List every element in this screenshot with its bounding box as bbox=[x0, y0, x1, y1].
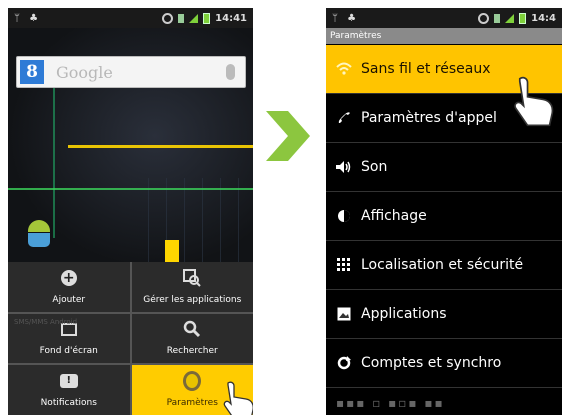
settings-item-label: Applications bbox=[361, 306, 447, 322]
settings-phone: ᛘ ♣ 14:4 Paramètres Sans fil et réseaux … bbox=[326, 8, 562, 415]
menu-item-label: Notifications bbox=[40, 398, 97, 408]
settings-item-son[interactable]: Son bbox=[326, 143, 562, 192]
sync-icon bbox=[336, 355, 352, 371]
google-logo-icon: 8 bbox=[20, 60, 44, 84]
status-time: 14:41 bbox=[215, 12, 247, 24]
settings-item-partial[interactable]: ▪▪▪ ▫ ▪▫▪ ▪▪ bbox=[326, 388, 562, 415]
settings-item-label: Son bbox=[361, 159, 388, 175]
menu-item-label: Rechercher bbox=[166, 346, 218, 357]
menu-item-gerer-applications[interactable]: Gérer les applications bbox=[131, 262, 253, 312]
settings-item-label: Paramètres d'appel bbox=[361, 110, 497, 126]
search-icon bbox=[183, 320, 201, 338]
next-step-arrow-icon bbox=[266, 111, 310, 161]
display-icon bbox=[336, 208, 352, 224]
search-input[interactable]: Google bbox=[56, 63, 113, 82]
menu-item-label: Fond d'écran bbox=[39, 346, 98, 357]
pointing-hand-icon bbox=[514, 76, 554, 127]
battery-icon bbox=[203, 12, 211, 24]
applications-icon bbox=[336, 306, 352, 322]
settings-item-comptes[interactable]: Comptes et synchro bbox=[326, 339, 562, 388]
menu-item-label: Ajouter bbox=[52, 294, 86, 305]
status-time: 14:4 bbox=[531, 12, 556, 24]
speaker-icon bbox=[336, 159, 352, 175]
settings-item-affichage[interactable]: Affichage bbox=[326, 192, 562, 241]
battery-icon bbox=[519, 12, 527, 24]
settings-icon bbox=[183, 371, 202, 391]
menu-item-rechercher[interactable]: Rechercher bbox=[131, 313, 253, 364]
menu-item-label: Paramètres bbox=[166, 398, 218, 408]
gps-icon bbox=[478, 12, 490, 24]
home-screen-phone: ᛘ ♣ 14:41 8 Google + Ajouter Gérer les a… bbox=[8, 8, 253, 415]
settings-item-label: Comptes et synchro bbox=[361, 355, 502, 371]
settings-item-label: Sans fil et réseaux bbox=[361, 61, 491, 77]
sd-card-icon bbox=[178, 13, 185, 23]
signal-icon bbox=[189, 13, 199, 23]
status-bar: ᛘ ♣ 14:41 bbox=[8, 8, 253, 28]
sd-card-icon bbox=[494, 13, 501, 23]
add-icon: + bbox=[60, 269, 77, 286]
google-search-widget[interactable]: 8 Google bbox=[16, 56, 246, 88]
location-grid-icon bbox=[336, 257, 352, 273]
settings-item-localisation[interactable]: Localisation et sécurité bbox=[326, 241, 562, 290]
microphone-icon[interactable] bbox=[226, 64, 235, 80]
settings-item-label: Affichage bbox=[361, 208, 427, 224]
options-menu: + Ajouter Gérer les applications SMS/MMS… bbox=[8, 262, 253, 415]
wallpaper-light bbox=[165, 240, 179, 262]
android-app-icon[interactable] bbox=[26, 220, 52, 250]
manage-apps-icon bbox=[183, 268, 201, 287]
gps-icon bbox=[162, 12, 174, 24]
page-title: Paramètres bbox=[326, 28, 562, 44]
usb-notification-icon: ᛘ ♣ bbox=[14, 12, 42, 24]
signal-icon bbox=[505, 13, 515, 23]
menu-item-ajouter[interactable]: + Ajouter bbox=[8, 262, 130, 312]
usb-notification-icon: ᛘ ♣ bbox=[332, 12, 360, 24]
status-bar: ᛘ ♣ 14:4 bbox=[326, 8, 562, 28]
phone-icon bbox=[336, 110, 352, 126]
settings-item-label: Localisation et sécurité bbox=[361, 257, 524, 273]
settings-item-applications[interactable]: Applications bbox=[326, 290, 562, 339]
menu-item-fond-ecran[interactable]: SMS/MMS Android Fond d'écran bbox=[8, 313, 130, 364]
menu-item-notifications[interactable]: ! Notifications bbox=[8, 365, 130, 415]
notifications-icon: ! bbox=[59, 374, 78, 388]
pointing-hand-icon bbox=[223, 381, 253, 415]
wifi-icon bbox=[336, 61, 352, 77]
menu-item-label: Gérer les applications bbox=[143, 294, 242, 305]
